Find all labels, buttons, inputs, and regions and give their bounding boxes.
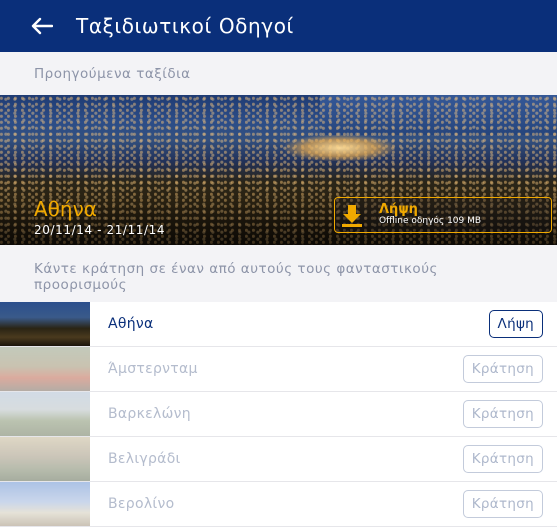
destination-thumbnail (0, 437, 90, 481)
list-item[interactable]: Βερολίνο Κράτηση (0, 482, 557, 527)
destination-thumbnail (0, 482, 90, 526)
trip-city: Αθήνα (34, 197, 97, 221)
download-button[interactable]: Λήψη (488, 310, 543, 338)
book-button[interactable]: Κράτηση (462, 400, 543, 428)
destination-name: Βαρκελώνη (108, 406, 191, 422)
list-item[interactable]: Άμστερνταμ Κράτηση (0, 347, 557, 392)
book-button[interactable]: Κράτηση (462, 445, 543, 473)
list-item[interactable]: Βελιγράδι Κράτηση (0, 437, 557, 482)
download-size: Offline οδηγός 109 MB (379, 216, 482, 227)
destination-name: Βελιγράδι (108, 451, 181, 467)
arrow-left-icon (31, 17, 53, 35)
destination-thumbnail (0, 347, 90, 391)
app-bar: Ταξιδιωτικοί Οδηγοί (0, 0, 557, 52)
destination-name: Άμστερνταμ (108, 361, 198, 377)
destination-thumbnail (0, 392, 90, 436)
list-item[interactable]: Αθήνα Λήψη (0, 302, 557, 347)
booking-section-label: Κάντε κράτηση σε έναν από αυτούς τους φα… (34, 261, 438, 293)
destination-name: Αθήνα (108, 316, 154, 332)
offline-guide-download-button[interactable]: Λήψη Offline οδηγός 109 MB (334, 197, 552, 233)
back-button[interactable] (22, 6, 62, 46)
book-button[interactable]: Κράτηση (462, 490, 543, 518)
destinations-list: Αθήνα Λήψη Άμστερνταμ Κράτηση Βαρκελώνη … (0, 302, 557, 527)
page-title: Ταξιδιωτικοί Οδηγοί (76, 14, 294, 38)
previous-trips-label: Προηγούμενα ταξίδια (34, 66, 191, 82)
download-icon (335, 203, 369, 227)
trip-dates: 20/11/14 - 21/11/14 (34, 223, 166, 237)
destination-name: Βερολίνο (108, 496, 175, 512)
book-button[interactable]: Κράτηση (462, 355, 543, 383)
destination-thumbnail (0, 302, 90, 346)
list-item[interactable]: Βαρκελώνη Κράτηση (0, 392, 557, 437)
